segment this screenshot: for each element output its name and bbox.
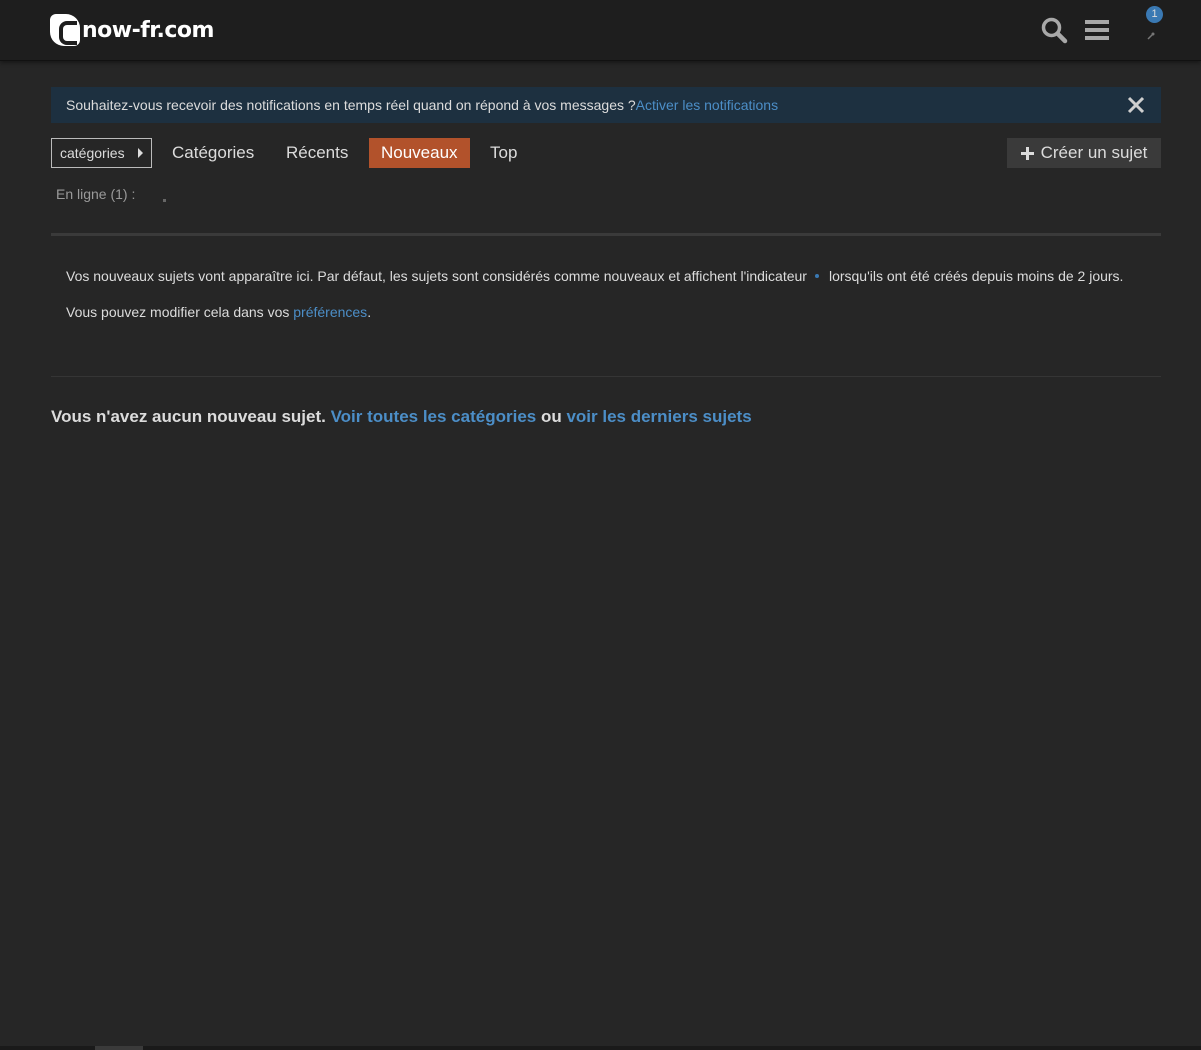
all-categories-link[interactable]: Voir toutes les catégories: [331, 407, 537, 426]
nav-tab-recents[interactable]: Récents: [274, 138, 360, 168]
education-text-1a: Vos nouveaux sujets vont apparaître ici.…: [66, 268, 807, 284]
education-text-2b: .: [367, 304, 372, 320]
close-icon[interactable]: [1127, 96, 1145, 114]
latest-topics-link[interactable]: voir les derniers sujets: [566, 407, 751, 426]
site-header: now-fr.com 1: [0, 0, 1201, 61]
create-topic-label: Créer un sujet: [1040, 143, 1148, 162]
notification-permission-banner: Souhaitez-vous recevoir des notification…: [51, 87, 1161, 123]
education-text-2a: Vous pouvez modifier cela dans vos: [66, 304, 294, 320]
online-users-label: En ligne (1) :: [56, 186, 136, 202]
new-topic-indicator-icon: [814, 274, 819, 279]
create-topic-button[interactable]: Créer un sujet: [1007, 138, 1161, 168]
nav-tab-categories[interactable]: Catégories: [160, 138, 266, 168]
horizontal-scrollbar[interactable]: [0, 1046, 1201, 1050]
preferences-link[interactable]: préférences: [293, 304, 367, 320]
education-text-1b: lorsqu'ils ont été créés depuis moins de…: [828, 268, 1124, 284]
education-paragraph-2: Vous pouvez modifier cela dans vos préfé…: [66, 301, 1146, 324]
logo-text: now-fr.com: [82, 17, 214, 43]
scrollbar-thumb[interactable]: [95, 1046, 143, 1050]
hamburger-menu-icon[interactable]: [1083, 16, 1111, 44]
categories-dropdown-label: catégories: [60, 145, 125, 161]
nav-tab-nouveaux[interactable]: Nouveaux: [369, 138, 470, 168]
nav-tab-top[interactable]: Top: [478, 138, 529, 168]
notification-count-badge[interactable]: 1: [1146, 6, 1163, 23]
section-divider: [51, 233, 1161, 236]
site-logo[interactable]: now-fr.com: [50, 12, 214, 48]
content-divider: [51, 376, 1161, 377]
user-avatar-icon[interactable]: [1140, 22, 1162, 44]
education-paragraph-1: Vos nouveaux sujets vont apparaître ici.…: [66, 265, 1146, 288]
caret-right-icon: [138, 148, 143, 158]
categories-dropdown[interactable]: catégories: [51, 138, 152, 168]
enable-notifications-link[interactable]: Activer les notifications: [636, 97, 778, 113]
logo-mark-icon: [50, 14, 80, 46]
no-topics-message: Vous n'avez aucun nouveau sujet. Voir to…: [51, 407, 752, 427]
plus-icon: [1020, 147, 1034, 160]
banner-message: Souhaitez-vous recevoir des notification…: [66, 97, 636, 113]
online-user-avatar[interactable]: [163, 199, 166, 202]
conjunction-text: ou: [536, 407, 567, 426]
navigation-bar: catégories Catégories Récents Nouveaux T…: [51, 138, 1161, 168]
no-topics-text: Vous n'avez aucun nouveau sujet.: [51, 407, 331, 426]
new-topics-education: Vos nouveaux sujets vont apparaître ici.…: [66, 265, 1146, 337]
search-icon[interactable]: [1040, 16, 1068, 44]
